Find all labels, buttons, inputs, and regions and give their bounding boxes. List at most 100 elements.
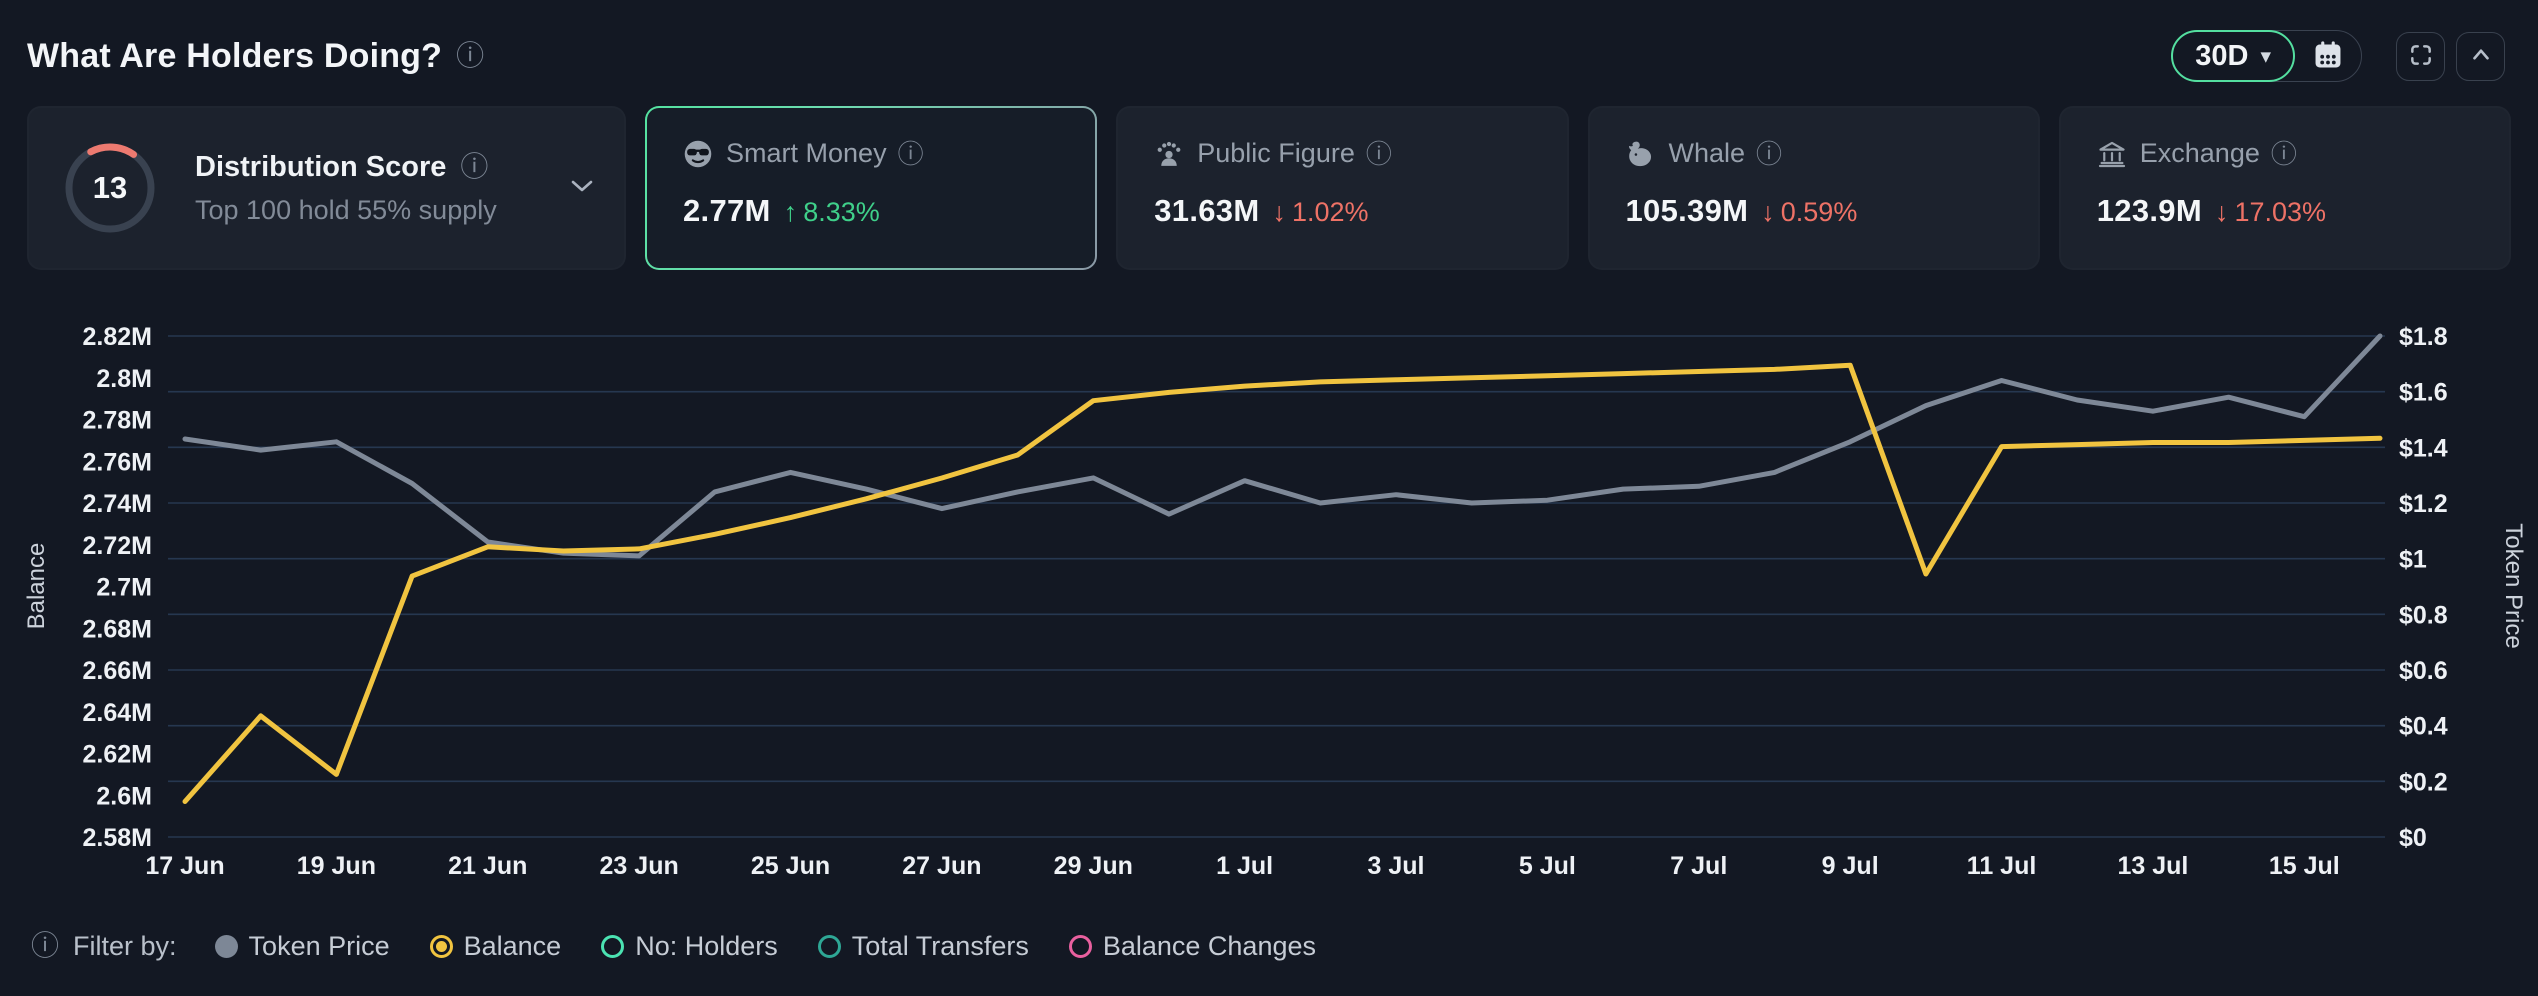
metric-name: Exchange bbox=[2140, 138, 2260, 169]
svg-text:21 Jun: 21 Jun bbox=[448, 852, 527, 880]
svg-text:$0.2: $0.2 bbox=[2399, 768, 2448, 796]
svg-text:$1: $1 bbox=[2399, 546, 2427, 574]
card-exchange[interactable]: Exchange ⓘ 123.9M ↓17.03% bbox=[2059, 106, 2511, 270]
metric-name: Smart Money bbox=[726, 138, 887, 169]
svg-text:$0.4: $0.4 bbox=[2399, 713, 2448, 741]
svg-text:2.6M: 2.6M bbox=[96, 782, 152, 810]
range-selector[interactable]: 30D ▾ bbox=[2171, 30, 2295, 82]
card-whale[interactable]: Whale ⓘ 105.39M ↓0.59% bbox=[1588, 106, 2040, 270]
distribution-text: Distribution Score ⓘ Top 100 hold 55% su… bbox=[195, 151, 497, 226]
svg-text:$1.6: $1.6 bbox=[2399, 379, 2448, 407]
public-figure-icon bbox=[1154, 139, 1184, 169]
down-arrow-icon: ↓ bbox=[1761, 197, 1775, 228]
chart-series bbox=[185, 336, 2380, 802]
up-arrow-icon: ↑ bbox=[784, 197, 798, 228]
fullscreen-icon bbox=[2408, 42, 2434, 71]
chevron-up-icon bbox=[2468, 42, 2494, 71]
metric-cards-row: 13 Distribution Score ⓘ Top 100 hold 55%… bbox=[27, 106, 2511, 270]
svg-text:$1.2: $1.2 bbox=[2399, 490, 2448, 518]
caret-down-icon: ▾ bbox=[2260, 44, 2271, 69]
svg-text:27 Jun: 27 Jun bbox=[902, 852, 981, 880]
title-info-icon[interactable]: ⓘ bbox=[456, 42, 484, 70]
svg-text:$0: $0 bbox=[2399, 824, 2427, 852]
metric-name: Public Figure bbox=[1197, 138, 1355, 169]
svg-text:5 Jul: 5 Jul bbox=[1519, 852, 1576, 880]
distribution-score-value: 13 bbox=[61, 139, 159, 237]
legend-ring-icon bbox=[601, 935, 624, 958]
holders-dashboard: { "colors": { "background": "#131823", "… bbox=[0, 0, 2538, 996]
down-arrow-icon: ↓ bbox=[1272, 197, 1286, 228]
whale-info-icon[interactable]: ⓘ bbox=[1756, 141, 1782, 167]
public-figure-info-icon[interactable]: ⓘ bbox=[1366, 141, 1392, 167]
filter-option-label: Token Price bbox=[249, 931, 390, 962]
metric-value: 123.9M bbox=[2097, 193, 2202, 229]
svg-text:3 Jul: 3 Jul bbox=[1368, 852, 1425, 880]
svg-text:2.74M: 2.74M bbox=[83, 490, 152, 518]
distribution-score-gauge: 13 bbox=[61, 139, 159, 237]
collapse-button[interactable] bbox=[2456, 32, 2505, 81]
page-title: What Are Holders Doing? bbox=[27, 37, 442, 76]
svg-text:2.66M: 2.66M bbox=[83, 657, 152, 685]
svg-text:2.76M: 2.76M bbox=[83, 448, 152, 476]
chevron-down-icon[interactable] bbox=[570, 179, 594, 198]
metric-delta: ↓0.59% bbox=[1761, 197, 1857, 228]
axis-ticks: $1.8$1.6$1.4$1.2$1$0.8$0.6$0.4$0.2$02.82… bbox=[83, 323, 2448, 880]
smart-money-icon bbox=[683, 139, 713, 169]
svg-text:17 Jun: 17 Jun bbox=[145, 852, 224, 880]
series-balance bbox=[185, 365, 2380, 801]
svg-text:29 Jun: 29 Jun bbox=[1054, 852, 1133, 880]
exchange-info-icon[interactable]: ⓘ bbox=[2271, 141, 2297, 167]
svg-text:2.68M: 2.68M bbox=[83, 615, 152, 643]
header: What Are Holders Doing? ⓘ 30D ▾ bbox=[0, 0, 2538, 86]
filter-option-balance[interactable]: Balance bbox=[430, 931, 562, 962]
smart-money-info-icon[interactable]: ⓘ bbox=[898, 141, 924, 167]
svg-text:2.62M: 2.62M bbox=[83, 741, 152, 769]
metric-name: Whale bbox=[1669, 138, 1746, 169]
holders-chart[interactable]: $1.8$1.6$1.4$1.2$1$0.8$0.6$0.4$0.2$02.82… bbox=[0, 278, 2538, 908]
svg-text:7 Jul: 7 Jul bbox=[1670, 852, 1727, 880]
filter-option-label: Balance Changes bbox=[1103, 931, 1316, 962]
window-buttons bbox=[2396, 32, 2505, 81]
legend-ring-icon bbox=[1069, 935, 1092, 958]
filter-option-label: Balance bbox=[464, 931, 562, 962]
svg-text:2.72M: 2.72M bbox=[83, 532, 152, 560]
filter-option-token-price[interactable]: Token Price bbox=[215, 931, 390, 962]
whale-icon bbox=[1626, 139, 1656, 169]
svg-text:9 Jul: 9 Jul bbox=[1822, 852, 1879, 880]
range-calendar-group: 30D ▾ bbox=[2172, 30, 2362, 82]
svg-text:1 Jul: 1 Jul bbox=[1216, 852, 1273, 880]
svg-text:2.78M: 2.78M bbox=[83, 407, 152, 435]
metric-delta: ↑8.33% bbox=[784, 197, 880, 228]
svg-text:$1.8: $1.8 bbox=[2399, 323, 2448, 351]
range-value: 30D bbox=[2195, 40, 2248, 73]
card-public-figure[interactable]: Public Figure ⓘ 31.63M ↓1.02% bbox=[1116, 106, 1568, 270]
legend-dot-icon bbox=[215, 935, 238, 958]
metric-value: 2.77M bbox=[683, 193, 771, 229]
filter-option-no-holders[interactable]: No: Holders bbox=[601, 931, 778, 962]
filter-options: Token Price Balance No: Holders Total Trans… bbox=[215, 931, 1316, 962]
distribution-info-icon[interactable]: ⓘ bbox=[460, 153, 488, 181]
filter-label: Filter by: bbox=[73, 931, 177, 962]
calendar-icon bbox=[2311, 38, 2345, 75]
metric-delta: ↓17.03% bbox=[2215, 197, 2326, 228]
svg-text:15 Jul: 15 Jul bbox=[2269, 852, 2340, 880]
svg-text:13 Jul: 13 Jul bbox=[2117, 852, 2188, 880]
calendar-button[interactable] bbox=[2295, 32, 2361, 80]
svg-text:25 Jun: 25 Jun bbox=[751, 852, 830, 880]
metric-delta: ↓1.02% bbox=[1272, 197, 1368, 228]
distribution-subtitle: Top 100 hold 55% supply bbox=[195, 195, 497, 226]
filter-option-balance-changes[interactable]: Balance Changes bbox=[1069, 931, 1316, 962]
fullscreen-button[interactable] bbox=[2396, 32, 2445, 81]
down-arrow-icon: ↓ bbox=[2215, 197, 2229, 228]
chart-filter-row: ⓘ Filter by: Token Price Balance No: Holde… bbox=[0, 922, 2538, 970]
filter-option-label: No: Holders bbox=[635, 931, 778, 962]
legend-ring-icon bbox=[430, 935, 453, 958]
filter-option-total-transfers[interactable]: Total Transfers bbox=[818, 931, 1029, 962]
right-axis-title: Token Price bbox=[2500, 523, 2527, 648]
card-smart-money[interactable]: Smart Money ⓘ 2.77M ↑8.33% bbox=[645, 106, 1097, 270]
svg-text:$1.4: $1.4 bbox=[2399, 434, 2448, 462]
filter-info-icon[interactable]: ⓘ bbox=[31, 932, 59, 960]
svg-text:$0.8: $0.8 bbox=[2399, 601, 2448, 629]
svg-text:2.64M: 2.64M bbox=[83, 699, 152, 727]
card-distribution-score[interactable]: 13 Distribution Score ⓘ Top 100 hold 55%… bbox=[27, 106, 626, 270]
